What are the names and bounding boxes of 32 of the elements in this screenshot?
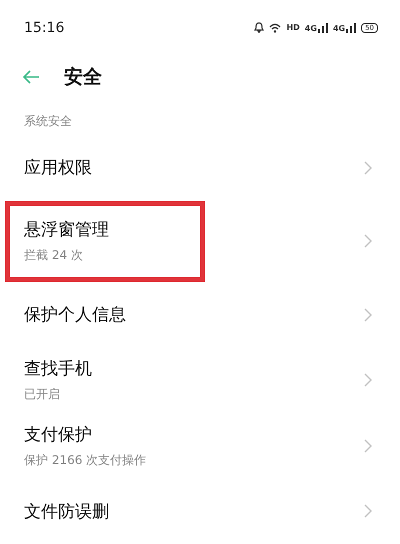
section-label: 系统安全 xyxy=(23,113,73,130)
network-type: 4G xyxy=(304,24,317,33)
back-arrow-icon[interactable] xyxy=(22,70,40,84)
chevron-icon xyxy=(364,438,372,453)
chevron-icon xyxy=(364,234,372,248)
row-title: 应用权限 xyxy=(24,157,92,180)
settings-row[interactable]: 悬浮窗管理 拦截 24 次 xyxy=(0,200,400,282)
bell-icon xyxy=(254,22,264,34)
chevron-icon xyxy=(364,308,372,322)
signal-icon xyxy=(346,22,356,33)
settings-row[interactable]: 保护个人信息 xyxy=(0,282,400,348)
clock-time: 15:16 xyxy=(24,20,64,36)
network-type: 4G xyxy=(332,24,346,33)
settings-row[interactable]: 应用权限 xyxy=(0,135,400,201)
row-title: 悬浮窗管理 xyxy=(24,219,109,242)
settings-row[interactable]: 查找手机 已开启 xyxy=(0,347,400,413)
page-title: 安全 xyxy=(64,65,102,90)
settings-row[interactable]: 支付保护 保护 2166 次支付操作 xyxy=(0,412,400,478)
chevron-icon xyxy=(364,373,372,388)
row-title: 支付保护 xyxy=(24,424,93,446)
row-subtitle: 拦截 24 次 xyxy=(24,247,84,264)
signal-icon xyxy=(318,22,328,33)
settings-row[interactable]: 文件防误删 xyxy=(0,478,400,544)
chevron-icon xyxy=(364,160,372,175)
chevron-icon xyxy=(364,504,372,518)
network-label: HD xyxy=(286,23,300,32)
row-title: 查找手机 xyxy=(24,358,92,380)
wifi-icon xyxy=(269,22,282,33)
row-title: 文件防误删 xyxy=(24,500,109,523)
row-subtitle: 已开启 xyxy=(24,386,61,404)
row-title: 保护个人信息 xyxy=(24,304,126,326)
row-subtitle: 保护 2166 次支付操作 xyxy=(24,452,146,469)
